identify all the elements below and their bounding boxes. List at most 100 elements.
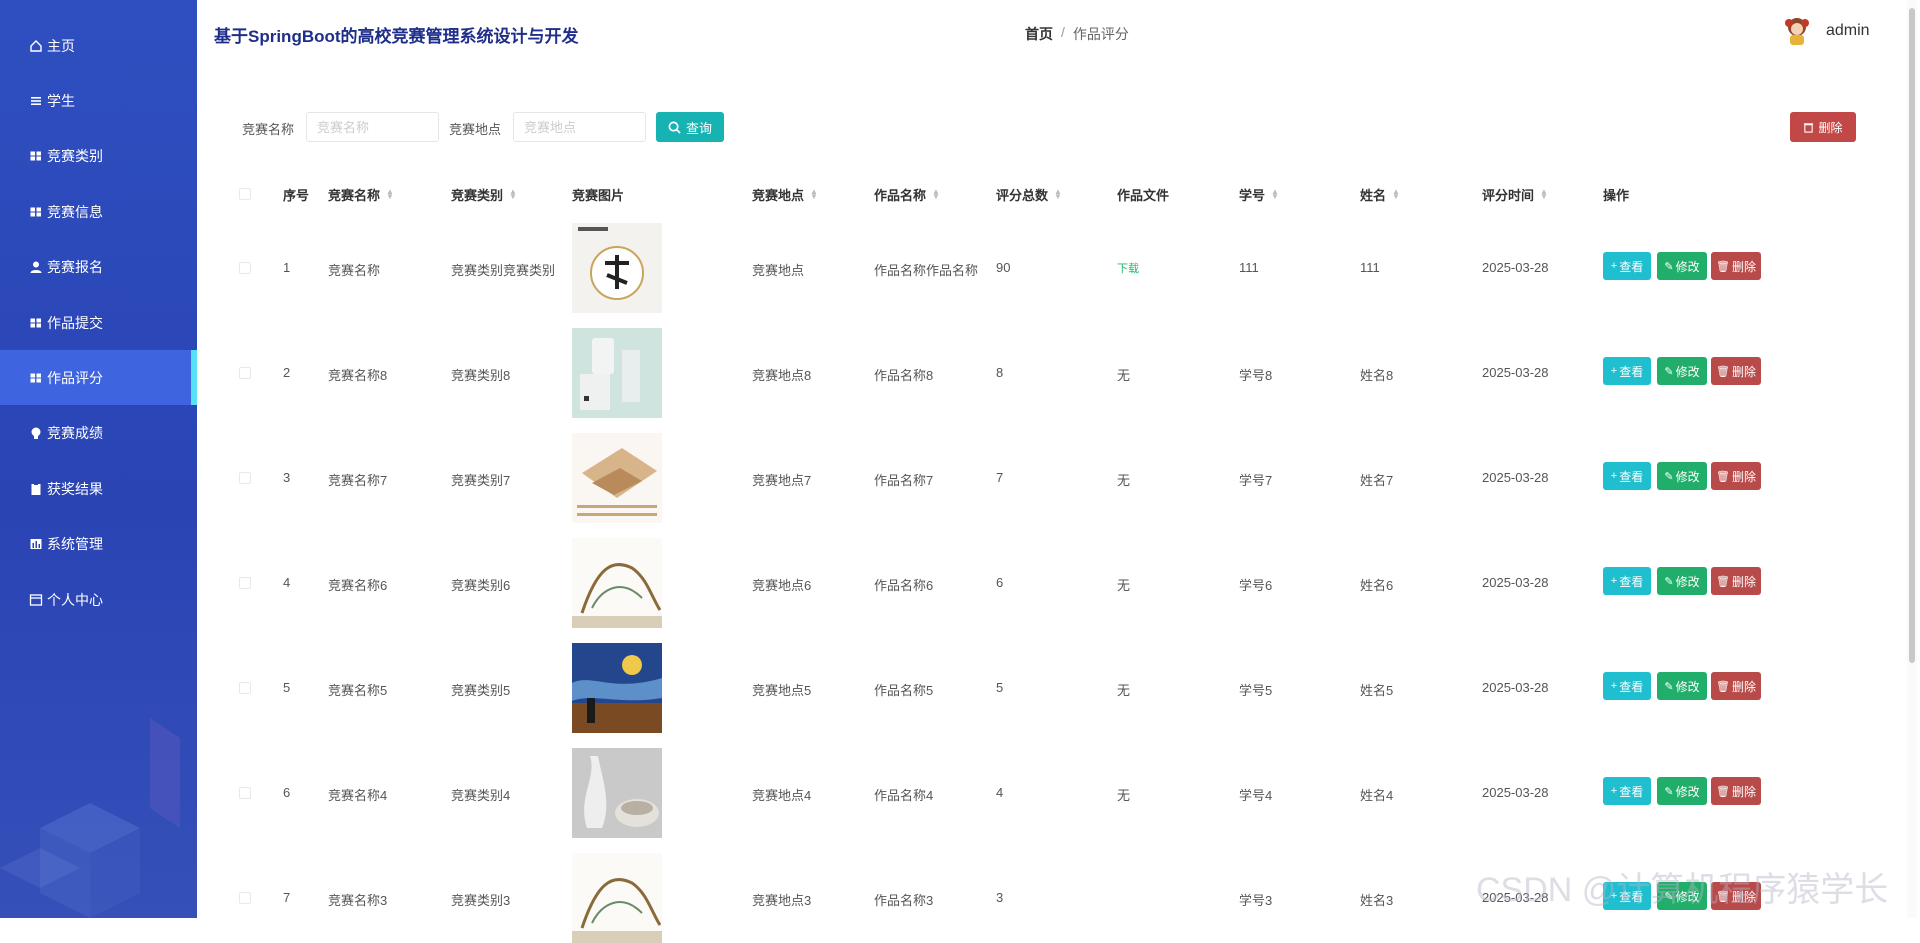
view-button[interactable]: + 查看 — [1603, 252, 1651, 280]
cell-no: 3 — [283, 470, 291, 485]
column-header[interactable]: 作品名称 ▲ ▼ — [874, 186, 940, 203]
column-header[interactable]: 竞赛名称 ▲ ▼ — [328, 186, 394, 203]
bulb-icon — [29, 426, 43, 440]
sort-icon[interactable]: ▲ ▼ — [1054, 188, 1062, 201]
cell-student_no: 学号6 — [1239, 578, 1273, 593]
sidebar-item-label: 竞赛成绩 — [47, 425, 103, 442]
edit-button[interactable]: ✎ 修改 — [1657, 672, 1707, 700]
edit-button-label: 修改 — [1675, 364, 1700, 379]
column-header[interactable]: 学号 ▲ ▼ — [1239, 186, 1279, 203]
select-all-checkbox[interactable] — [239, 188, 251, 200]
delete-button[interactable]: 🗑 删除 — [1711, 672, 1761, 700]
edit-button[interactable]: ✎ 修改 — [1657, 252, 1707, 280]
sort-icon[interactable]: ▲ ▼ — [386, 188, 394, 201]
plus-icon: + — [1610, 680, 1618, 692]
sort-icon[interactable]: ▲ ▼ — [810, 188, 818, 201]
column-header[interactable]: 姓名 ▲ ▼ — [1360, 186, 1400, 203]
competition-image[interactable] — [572, 538, 662, 628]
sort-icon[interactable]: ▲ ▼ — [1392, 188, 1400, 201]
column-header[interactable]: 竞赛地点 ▲ ▼ — [752, 186, 818, 203]
scrollbar-thumb[interactable] — [1909, 8, 1915, 663]
column-header[interactable]: 竞赛类别 ▲ ▼ — [451, 186, 517, 203]
row-checkbox[interactable] — [239, 472, 251, 484]
edit-button[interactable]: ✎ 修改 — [1657, 777, 1707, 805]
clipboard-icon — [29, 482, 43, 496]
competition-name-input[interactable] — [306, 112, 439, 142]
search-icon — [668, 121, 681, 134]
list-icon — [29, 94, 43, 108]
cell-location: 竞赛地点6 — [752, 578, 812, 593]
edit-icon: ✎ — [1664, 575, 1674, 588]
cell-time: 2025-03-28 — [1482, 365, 1549, 380]
sidebar-item-10[interactable]: 个人中心 — [0, 572, 197, 627]
cell-name: 竞赛名称4 — [328, 788, 388, 803]
batch-delete-button[interactable]: 删除 — [1790, 112, 1856, 142]
sidebar-item-0[interactable]: 主页 — [0, 18, 197, 73]
column-header-label: 姓名 — [1360, 187, 1387, 203]
delete-button-label: 删除 — [1731, 679, 1756, 694]
cell-time: 2025-03-28 — [1482, 470, 1549, 485]
delete-button[interactable]: 🗑 删除 — [1711, 777, 1761, 805]
sidebar-item-6[interactable]: 作品评分 — [0, 350, 197, 406]
sidebar-item-1[interactable]: 学生 — [0, 73, 197, 128]
view-button[interactable]: + 查看 — [1603, 567, 1651, 595]
sidebar-item-4[interactable]: 竞赛报名 — [0, 240, 197, 295]
sort-icon[interactable]: ▲ ▼ — [509, 188, 517, 201]
sidebar-item-5[interactable]: 作品提交 — [0, 295, 197, 350]
download-link[interactable]: 下载 — [1117, 260, 1139, 276]
competition-image[interactable] — [572, 643, 662, 733]
view-button-label: 查看 — [1619, 364, 1644, 379]
edit-button[interactable]: ✎ 修改 — [1657, 462, 1707, 490]
username[interactable]: admin — [1826, 22, 1870, 40]
sidebar-item-8[interactable]: 获奖结果 — [0, 461, 197, 516]
row-checkbox[interactable] — [239, 682, 251, 694]
view-button[interactable]: + 查看 — [1603, 357, 1651, 385]
row-checkbox[interactable] — [239, 892, 251, 904]
competition-location-input[interactable] — [513, 112, 646, 142]
column-header[interactable]: 评分总数 ▲ ▼ — [996, 186, 1062, 203]
chart-icon — [29, 537, 43, 551]
cell-score: 4 — [996, 785, 1004, 800]
cell-name: 竞赛名称7 — [328, 473, 388, 488]
delete-button[interactable]: 🗑 删除 — [1711, 462, 1761, 490]
view-button[interactable]: + 查看 — [1603, 777, 1651, 805]
breadcrumb-home[interactable]: 首页 — [1025, 24, 1053, 44]
row-checkbox[interactable] — [239, 367, 251, 379]
edit-button[interactable]: ✎ 修改 — [1657, 567, 1707, 595]
sidebar-item-9[interactable]: 系统管理 — [0, 517, 197, 572]
sidebar-item-3[interactable]: 竞赛信息 — [0, 184, 197, 239]
column-header: 序号 — [283, 186, 309, 203]
delete-button[interactable]: 🗑 删除 — [1711, 357, 1761, 385]
sidebar-item-2[interactable]: 竞赛类别 — [0, 129, 197, 184]
competition-image[interactable] — [572, 433, 662, 523]
row-checkbox[interactable] — [239, 577, 251, 589]
delete-button-label: 删除 — [1731, 364, 1756, 379]
sidebar-item-7[interactable]: 竞赛成绩 — [0, 406, 197, 461]
edit-icon: ✎ — [1664, 365, 1674, 378]
edit-button-label: 修改 — [1675, 784, 1700, 799]
cell-file: 无 — [1117, 578, 1131, 593]
view-button[interactable]: + 查看 — [1603, 672, 1651, 700]
competition-image[interactable] — [572, 223, 662, 313]
sort-icon[interactable]: ▲ ▼ — [1271, 188, 1279, 201]
sort-icon[interactable]: ▲ ▼ — [932, 188, 940, 201]
delete-button[interactable]: 🗑 删除 — [1711, 567, 1761, 595]
row-checkbox[interactable] — [239, 787, 251, 799]
delete-button[interactable]: 🗑 删除 — [1711, 252, 1761, 280]
competition-image[interactable] — [572, 853, 662, 943]
avatar[interactable] — [1781, 15, 1813, 47]
column-header-label: 评分总数 — [996, 187, 1049, 203]
sort-icon[interactable]: ▲ ▼ — [1540, 188, 1548, 201]
plus-icon: + — [1610, 365, 1618, 377]
sidebar-item-label: 个人中心 — [47, 591, 103, 608]
column-header[interactable]: 评分时间 ▲ ▼ — [1482, 186, 1548, 203]
cell-no: 7 — [283, 890, 291, 905]
cell-work: 作品名称5 — [874, 683, 934, 698]
row-checkbox[interactable] — [239, 262, 251, 274]
search-button[interactable]: 查询 — [656, 112, 724, 142]
edit-button[interactable]: ✎ 修改 — [1657, 357, 1707, 385]
trash-icon: 🗑 — [1716, 575, 1730, 588]
view-button[interactable]: + 查看 — [1603, 462, 1651, 490]
competition-image[interactable] — [572, 748, 662, 838]
competition-image[interactable] — [572, 328, 662, 418]
